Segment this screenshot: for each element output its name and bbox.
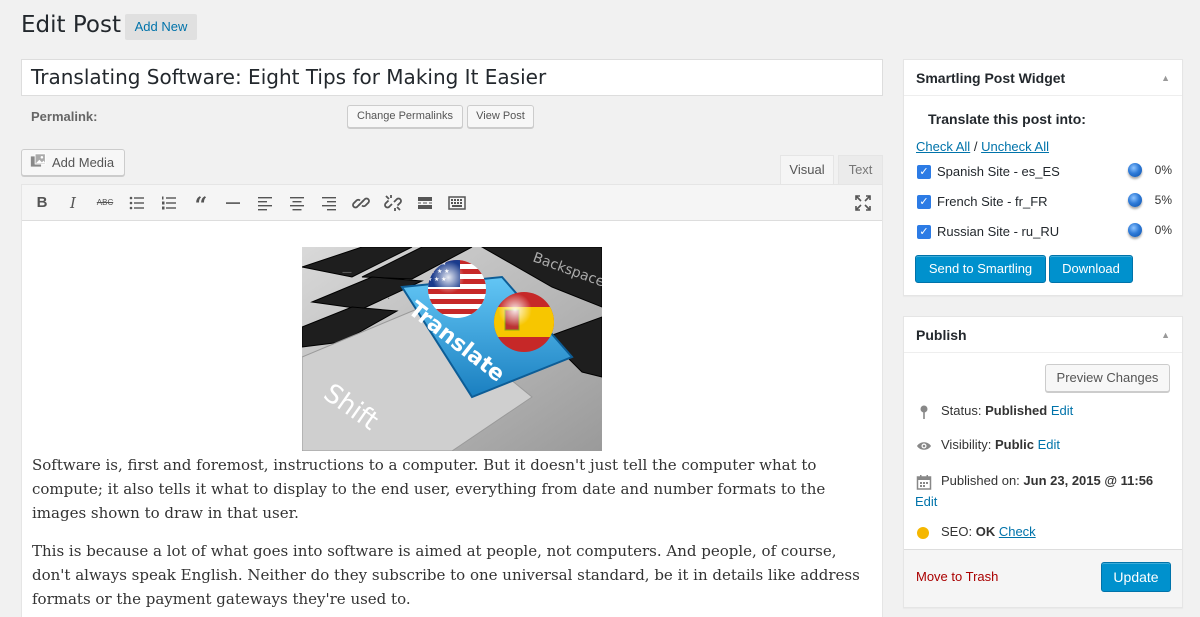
language-row-es: ✓ Spanish Site - es_ES 0% bbox=[917, 162, 1172, 184]
progress-dot-icon bbox=[1128, 223, 1142, 237]
post-title-input[interactable]: Translating Software: Eight Tips for Mak… bbox=[21, 59, 883, 96]
numbered-list-icon[interactable] bbox=[159, 193, 179, 213]
smartling-widget-title: Smartling Post Widget bbox=[916, 70, 1066, 86]
strikethrough-icon[interactable]: ABC bbox=[95, 193, 115, 213]
checkbox-fr[interactable]: ✓ bbox=[917, 195, 931, 209]
download-button[interactable]: Download bbox=[1049, 255, 1133, 283]
editor-toolbar: B I ABC “ bbox=[22, 185, 882, 221]
publish-title: Publish bbox=[916, 327, 967, 343]
language-name: Spanish Site - es_ES bbox=[937, 164, 1060, 179]
language-row-fr: ✓ French Site - fr_FR 5% bbox=[917, 192, 1172, 214]
status-row: Status: Published Edit bbox=[916, 403, 1073, 420]
align-center-icon[interactable] bbox=[287, 193, 307, 213]
add-new-button[interactable]: Add New bbox=[125, 14, 197, 40]
language-name: French Site - fr_FR bbox=[937, 194, 1048, 209]
smartling-widget-header[interactable]: Smartling Post Widget ▲ bbox=[904, 60, 1182, 96]
editor-content[interactable]: —· Shift Translate Backspace ★ ★ bbox=[22, 222, 882, 617]
check-links: Check All / Uncheck All bbox=[916, 139, 1049, 154]
eye-icon bbox=[916, 437, 932, 454]
check-all-link[interactable]: Check All bbox=[916, 139, 970, 154]
publish-header[interactable]: Publish ▲ bbox=[904, 317, 1182, 353]
italic-icon[interactable]: I bbox=[63, 193, 83, 213]
bullet-list-icon[interactable] bbox=[127, 193, 147, 213]
paragraph: Software is, first and foremost, instruc… bbox=[32, 456, 826, 522]
pin-icon bbox=[916, 403, 932, 420]
post-image: —· Shift Translate Backspace ★ ★ bbox=[302, 247, 602, 451]
svg-text:·: · bbox=[387, 294, 390, 305]
svg-text:—: — bbox=[342, 267, 352, 278]
update-button[interactable]: Update bbox=[1101, 562, 1171, 592]
editor-box: B I ABC “ — · Shift Translate Backspace … bbox=[21, 184, 883, 617]
check-links-separator: / bbox=[973, 139, 978, 154]
fullscreen-icon[interactable] bbox=[853, 193, 873, 213]
language-percent: 0% bbox=[1154, 223, 1172, 237]
translate-subtitle: Translate this post into: bbox=[928, 111, 1086, 127]
progress-dot-icon bbox=[1128, 163, 1142, 177]
publish-box: Publish ▲ Preview Changes Status: Publis… bbox=[903, 316, 1183, 608]
published-label: Published on: bbox=[941, 473, 1020, 488]
edit-visibility-link[interactable]: Edit bbox=[1038, 437, 1060, 452]
seo-row: SEO: OK Check bbox=[916, 524, 1036, 539]
checkbox-es[interactable]: ✓ bbox=[917, 165, 931, 179]
add-media-button[interactable]: Add Media bbox=[21, 149, 125, 176]
calendar-icon bbox=[916, 472, 932, 492]
visibility-row: Visibility: Public Edit bbox=[916, 437, 1060, 454]
permalink-label: Permalink: bbox=[31, 109, 98, 124]
preview-changes-button[interactable]: Preview Changes bbox=[1045, 364, 1170, 392]
read-more-icon[interactable] bbox=[415, 193, 435, 213]
seo-value: OK bbox=[975, 524, 996, 539]
status-value: Published bbox=[985, 403, 1048, 418]
move-to-trash-link[interactable]: Move to Trash bbox=[916, 569, 998, 584]
align-left-icon[interactable] bbox=[255, 193, 275, 213]
checkbox-ru[interactable]: ✓ bbox=[917, 225, 931, 239]
send-to-smartling-button[interactable]: Send to Smartling bbox=[915, 255, 1046, 283]
seo-status-dot-icon bbox=[917, 526, 929, 539]
collapse-arrow-icon[interactable]: ▲ bbox=[1161, 60, 1170, 96]
page-title: Edit Post bbox=[21, 12, 121, 38]
visibility-value: Public bbox=[994, 437, 1034, 452]
status-label: Status: bbox=[941, 403, 982, 418]
bold-icon[interactable]: B bbox=[32, 193, 52, 213]
publish-footer: Move to Trash Update bbox=[904, 549, 1182, 607]
tab-text[interactable]: Text bbox=[838, 155, 883, 184]
published-value: Jun 23, 2015 @ 11:56 bbox=[1023, 473, 1154, 488]
progress-dot-icon bbox=[1128, 193, 1142, 207]
blockquote-icon[interactable]: “ bbox=[191, 193, 211, 219]
seo-check-link[interactable]: Check bbox=[999, 524, 1036, 539]
view-post-button[interactable]: View Post bbox=[467, 105, 534, 128]
change-permalinks-button[interactable]: Change Permalinks bbox=[347, 105, 463, 128]
visibility-label: Visibility: bbox=[941, 437, 992, 452]
language-name: Russian Site - ru_RU bbox=[937, 224, 1060, 239]
link-icon[interactable] bbox=[351, 193, 371, 213]
tab-visual[interactable]: Visual bbox=[780, 155, 834, 185]
language-percent: 5% bbox=[1154, 193, 1172, 207]
media-icon bbox=[30, 152, 47, 173]
seo-label: SEO: bbox=[941, 524, 973, 539]
toolbar-toggle-icon[interactable] bbox=[447, 193, 467, 213]
unlink-icon[interactable] bbox=[383, 193, 403, 213]
edit-status-link[interactable]: Edit bbox=[1051, 403, 1073, 418]
edit-date-link[interactable]: Edit bbox=[915, 494, 937, 509]
language-row-ru: ✓ Russian Site - ru_RU 0% bbox=[917, 222, 1172, 244]
language-percent: 0% bbox=[1154, 163, 1172, 177]
align-right-icon[interactable] bbox=[319, 193, 339, 213]
horizontal-rule-icon[interactable] bbox=[223, 193, 243, 213]
collapse-arrow-icon[interactable]: ▲ bbox=[1161, 317, 1170, 353]
uncheck-all-link[interactable]: Uncheck All bbox=[981, 139, 1049, 154]
paragraph: This is because a lot of what goes into … bbox=[32, 542, 860, 608]
published-on-row: Published on: Jun 23, 2015 @ 11:56 Edit bbox=[915, 471, 1176, 512]
add-media-label: Add Media bbox=[52, 155, 115, 170]
